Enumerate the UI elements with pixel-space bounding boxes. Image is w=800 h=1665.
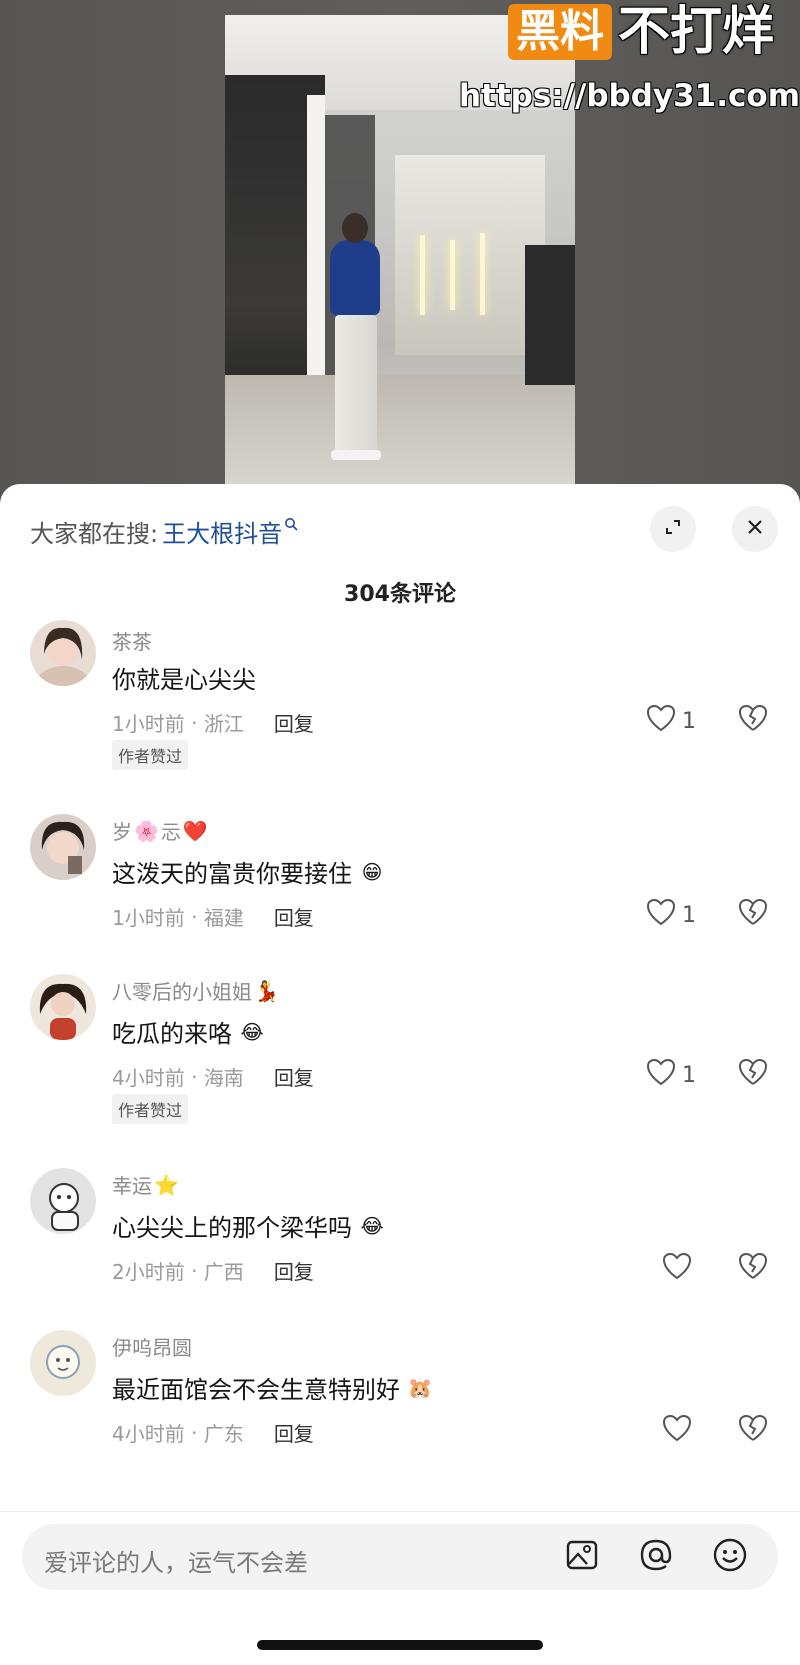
search-keyword[interactable]: 王大根抖音 — [162, 514, 282, 549]
comment-text: 心尖尖上的那个梁华吗 😂 — [112, 1208, 388, 1243]
comment-item: 伊呜昂圆 最近面馆会不会生意特别好 🐹 4小时前 · 广东 回复 — [0, 1330, 800, 1470]
comment-region: 广东 — [203, 1422, 244, 1446]
video-player[interactable]: 黑料 不打烊 https://bbdy31.com — [0, 0, 800, 500]
dislike-button[interactable] — [738, 1252, 768, 1284]
comment-text: 最近面馆会不会生意特别好 🐹 — [112, 1370, 436, 1405]
comment-meta: 1小时前 · 福建 回复 — [112, 902, 314, 931]
avatar[interactable] — [30, 974, 96, 1040]
laugh-cry-emoji: 😂 — [360, 1213, 384, 1238]
at-icon — [638, 1537, 674, 1577]
like-button[interactable]: 1 — [646, 1058, 696, 1092]
comment-time: 1小时前 — [112, 906, 185, 930]
comment-text: 吃瓜的来咯 😂 — [112, 1014, 268, 1049]
broken-heart-icon — [738, 1414, 768, 1446]
like-button[interactable]: 1 — [646, 704, 696, 738]
comment-username[interactable]: 伊呜昂圆 — [112, 1332, 192, 1361]
comment-region: 浙江 — [203, 712, 244, 736]
comment-region: 广西 — [203, 1260, 244, 1284]
comment-meta: 2小时前 · 广西 回复 — [112, 1256, 314, 1285]
author-liked-badge: 作者赞过 — [112, 740, 189, 770]
comment-meta: 4小时前 · 广东 回复 — [112, 1418, 314, 1447]
comment-input-placeholder: 爱评论的人，运气不会差 — [44, 1549, 308, 1577]
like-button[interactable] — [662, 1252, 698, 1286]
comment-region: 海南 — [203, 1066, 244, 1090]
comment-username[interactable]: 幸运 ⭐ — [112, 1170, 179, 1199]
comment-item: 岁 🌸 忈 ❤️ 这泼天的富贵你要接住 😁 1小时前 · 福建 回复 1 — [0, 814, 800, 964]
grin-emoji: 😁 — [361, 859, 383, 884]
search-suggestion[interactable]: 大家都在搜: 王大根抖音 — [30, 514, 298, 549]
image-button[interactable] — [562, 1537, 602, 1577]
person-figure — [335, 315, 377, 455]
avatar[interactable] — [30, 1168, 96, 1234]
broken-heart-icon — [738, 704, 768, 736]
heart-icon — [662, 1414, 692, 1448]
search-icon — [284, 516, 298, 535]
comment-count: 304条评论 — [344, 582, 456, 607]
dislike-button[interactable] — [738, 1058, 768, 1090]
heart-icon — [646, 704, 676, 738]
like-button[interactable]: 1 — [646, 898, 696, 932]
comment-username[interactable]: 茶茶 — [112, 626, 152, 655]
dislike-button[interactable] — [738, 704, 768, 736]
avatar[interactable] — [30, 814, 96, 880]
comment-input[interactable]: 爱评论的人，运气不会差 — [22, 1524, 778, 1590]
heart-icon — [646, 1058, 676, 1092]
laugh-cry-emoji: 😂 — [240, 1019, 264, 1044]
comment-text: 你就是心尖尖 — [112, 666, 256, 694]
expand-button[interactable] — [650, 506, 696, 552]
reply-button[interactable]: 回复 — [274, 1256, 314, 1285]
watermark-title: 不打烊 — [617, 2, 774, 62]
dislike-button[interactable] — [738, 1414, 768, 1446]
comment-time: 1小时前 — [112, 712, 185, 736]
comment-item: 茶茶 你就是心尖尖 1小时前 · 浙江 回复 作者赞过 1 — [0, 620, 800, 790]
comment-meta: 4小时前 · 海南 回复 — [112, 1062, 314, 1091]
like-count: 1 — [682, 708, 696, 734]
comment-text: 这泼天的富贵你要接住 😁 — [112, 854, 388, 889]
avatar[interactable] — [30, 1330, 96, 1396]
home-indicator[interactable] — [257, 1640, 543, 1650]
emoji-button[interactable] — [710, 1537, 750, 1577]
broken-heart-icon — [738, 1058, 768, 1090]
like-button[interactable] — [662, 1414, 692, 1448]
close-icon — [745, 514, 765, 544]
comment-sheet: 大家都在搜: 王大根抖音 304条评论 茶茶 你就是心尖尖 1小时前 · 浙江 — [0, 484, 800, 1665]
comment-username[interactable]: 岁 🌸 忈 ❤️ — [112, 816, 208, 845]
like-count: 1 — [682, 1062, 696, 1088]
divider — [0, 1511, 800, 1512]
avatar[interactable] — [30, 620, 96, 686]
reply-button[interactable]: 回复 — [274, 1418, 314, 1447]
comment-username[interactable]: 八零后的小姐姐 💃 — [112, 976, 279, 1005]
dislike-button[interactable] — [738, 898, 768, 930]
reply-button[interactable]: 回复 — [274, 902, 314, 931]
heart-icon — [662, 1252, 692, 1286]
author-liked-badge: 作者赞过 — [112, 1094, 189, 1124]
image-icon — [565, 1538, 599, 1576]
mention-button[interactable] — [636, 1537, 676, 1577]
broken-heart-icon — [738, 1252, 768, 1284]
watermark: 黑料 不打烊 — [507, 2, 774, 62]
smiley-icon — [712, 1537, 748, 1577]
reply-button[interactable]: 回复 — [274, 708, 314, 737]
heart-icon — [646, 898, 676, 932]
comment-time: 4小时前 — [112, 1422, 185, 1446]
watermark-url: https://bbdy31.com — [458, 78, 800, 114]
expand-icon — [663, 517, 683, 541]
broken-heart-icon — [738, 898, 768, 930]
watermark-badge: 黑料 — [507, 4, 612, 60]
comment-item: 八零后的小姐姐 💃 吃瓜的来咯 😂 4小时前 · 海南 回复 作者赞过 1 — [0, 974, 800, 1144]
comment-time: 4小时前 — [112, 1066, 185, 1090]
hamster-emoji: 🐹 — [407, 1375, 433, 1400]
search-prefix: 大家都在搜: — [30, 520, 159, 548]
comment-time: 2小时前 — [112, 1260, 185, 1284]
close-button[interactable] — [732, 506, 778, 552]
comment-meta: 1小时前 · 浙江 回复 — [112, 708, 314, 737]
comment-region: 福建 — [203, 906, 244, 930]
reply-button[interactable]: 回复 — [274, 1062, 314, 1091]
comment-item: 幸运 ⭐ 心尖尖上的那个梁华吗 😂 2小时前 · 广西 回复 — [0, 1168, 800, 1308]
like-count: 1 — [682, 902, 696, 928]
